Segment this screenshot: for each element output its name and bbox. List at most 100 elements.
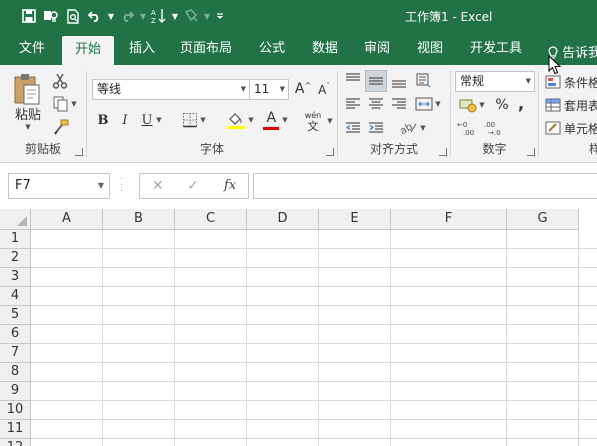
alignment-launcher-icon[interactable] <box>439 148 447 156</box>
row-header[interactable]: 8 <box>0 363 31 382</box>
align-left-icon[interactable] <box>343 95 363 113</box>
paste-dropdown-icon[interactable]: ▼ <box>22 122 34 132</box>
column-header[interactable]: B <box>103 209 175 230</box>
select-all-button[interactable] <box>0 209 31 230</box>
tab-formulas[interactable]: 公式 <box>250 33 294 65</box>
accounting-format-button[interactable]: ▼ <box>456 95 488 115</box>
tab-view[interactable]: 视图 <box>408 33 452 65</box>
column-header[interactable]: C <box>175 209 247 230</box>
shrink-arrow-icon: ˇ <box>326 82 330 90</box>
undo-icon[interactable] <box>84 6 106 26</box>
sort-icon[interactable]: AZ <box>148 6 170 26</box>
paste-button[interactable]: 粘贴 <box>8 105 48 123</box>
merge-center-button[interactable]: ▼ <box>412 95 444 113</box>
font-size-value: 11 <box>254 82 270 96</box>
save-icon[interactable] <box>18 6 40 26</box>
format-painter-brush-icon[interactable] <box>50 117 72 137</box>
underline-dropdown-icon[interactable]: ▼ <box>153 110 165 130</box>
italic-button[interactable]: I <box>117 110 133 130</box>
gridline <box>31 419 597 420</box>
column-header[interactable]: E <box>319 209 391 230</box>
number-format-combo[interactable]: 常规 ▼ <box>455 71 535 92</box>
font-name-value: 等线 <box>97 82 122 96</box>
bottom-align-icon[interactable] <box>389 73 409 91</box>
cell-styles-button[interactable]: 单元格 <box>545 119 597 137</box>
paste-icon[interactable] <box>10 71 44 107</box>
column-header[interactable]: F <box>391 209 507 230</box>
tab-home[interactable]: 开始 <box>62 36 114 65</box>
conditional-formatting-label: 条件格 <box>564 75 597 90</box>
increase-font-size-button[interactable]: A ^ <box>293 79 313 99</box>
font-color-label: A <box>266 110 277 126</box>
row-header[interactable]: 6 <box>0 325 31 344</box>
fill-bucket-icon <box>227 113 246 129</box>
enter-icon[interactable]: ✓ <box>187 178 199 194</box>
column-header[interactable]: A <box>31 209 103 230</box>
row-header[interactable]: 5 <box>0 306 31 325</box>
clipboard-launcher-icon[interactable] <box>75 148 83 156</box>
splitter-handle[interactable]: · · · <box>120 175 123 197</box>
align-right-icon[interactable] <box>389 95 409 113</box>
tab-data[interactable]: 数据 <box>303 33 347 65</box>
row-header[interactable]: 9 <box>0 382 31 401</box>
styles-group: 条件格 套用表 单元格 样 <box>539 65 597 161</box>
bold-button[interactable]: B <box>95 110 111 130</box>
touch-mode-icon[interactable] <box>40 6 62 26</box>
phonetic-dropdown-icon[interactable]: ▼ <box>325 115 335 127</box>
borders-button[interactable]: ▼ <box>179 110 209 130</box>
insert-function-icon[interactable]: fx <box>224 178 236 193</box>
column-header[interactable]: D <box>247 209 319 230</box>
tab-review[interactable]: 审阅 <box>355 33 399 65</box>
row-header[interactable]: 4 <box>0 287 31 306</box>
top-align-icon[interactable] <box>343 70 363 88</box>
formula-bar: F7 ▼ · · · ✕ ✓ fx <box>0 163 597 209</box>
font-launcher-icon[interactable] <box>326 148 334 156</box>
merge-icon <box>415 97 433 111</box>
format-as-table-button[interactable]: 套用表 <box>545 96 597 114</box>
formula-input[interactable] <box>253 173 597 199</box>
orientation-icon[interactable] <box>412 70 434 90</box>
tab-file[interactable]: 文件 <box>8 33 56 65</box>
increase-decimal-icon[interactable]: ←0.00 <box>456 118 478 138</box>
decrease-indent-icon[interactable] <box>343 119 363 137</box>
svg-text:.00: .00 <box>463 129 474 136</box>
conditional-formatting-icon <box>545 75 561 89</box>
percent-style-button[interactable]: % <box>493 95 511 115</box>
middle-align-icon[interactable] <box>365 70 387 92</box>
increase-indent-icon[interactable] <box>366 119 386 137</box>
align-center-icon[interactable] <box>366 95 386 113</box>
row-header[interactable]: 12 <box>0 439 31 446</box>
row-header[interactable]: 1 <box>0 230 31 249</box>
tab-developer[interactable]: 开发工具 <box>462 33 530 65</box>
svg-text:Z: Z <box>151 17 156 24</box>
row-header[interactable]: 3 <box>0 268 31 287</box>
fill-color-button[interactable]: ▼ <box>223 108 257 132</box>
font-size-combo[interactable]: 11 ▼ <box>249 79 289 100</box>
print-preview-icon[interactable] <box>62 6 84 26</box>
row-header[interactable]: 11 <box>0 420 31 439</box>
number-launcher-icon[interactable] <box>527 148 535 156</box>
copy-icon[interactable]: ▼ <box>50 94 80 114</box>
font-name-combo[interactable]: 等线 ▼ <box>92 79 250 100</box>
gridline <box>174 230 175 446</box>
decrease-font-size-button[interactable]: Aˇ <box>315 80 333 100</box>
font-color-button[interactable]: A ▼ <box>259 108 291 132</box>
cut-icon[interactable] <box>50 71 70 91</box>
row-header[interactable]: 2 <box>0 249 31 268</box>
phonetic-guide-button[interactable]: wén 文 <box>299 107 327 135</box>
sort-dropdown-icon[interactable]: ▼ <box>170 12 180 21</box>
decrease-decimal-icon[interactable]: .00 →.0 <box>481 118 503 138</box>
column-header[interactable]: G <box>507 209 579 230</box>
text-direction-button[interactable]: ab ▼ <box>398 118 428 138</box>
cancel-icon[interactable]: ✕ <box>152 178 164 194</box>
customize-icon[interactable] <box>212 6 228 26</box>
tab-insert[interactable]: 插入 <box>120 33 164 65</box>
undo-dropdown-icon[interactable]: ▼ <box>106 12 116 21</box>
row-header[interactable]: 7 <box>0 344 31 363</box>
row-header[interactable]: 10 <box>0 401 31 420</box>
conditional-formatting-button[interactable]: 条件格 <box>545 73 597 91</box>
tab-page-layout[interactable]: 页面布局 <box>172 33 240 65</box>
comma-style-button[interactable]: , <box>513 93 529 113</box>
grow-arrow-icon: ^ <box>304 80 312 90</box>
name-box[interactable]: F7 ▼ <box>8 173 110 199</box>
